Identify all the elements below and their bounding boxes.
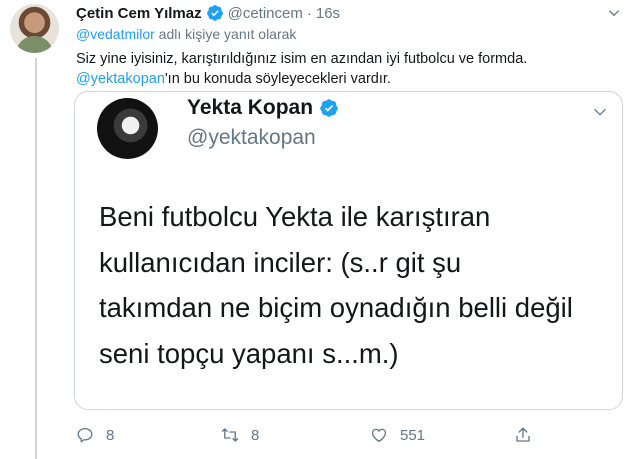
thread-line bbox=[35, 58, 37, 459]
reply-button[interactable]: 8 bbox=[76, 424, 114, 446]
quoted-author: Yekta Kopan bbox=[187, 96, 343, 120]
quoted-author-handle[interactable]: @yektakopan bbox=[187, 126, 316, 150]
tweet-time[interactable]: 16s bbox=[316, 5, 340, 22]
quoted-avatar[interactable] bbox=[97, 98, 158, 159]
tweet-header: Çetin Cem Yılmaz @cetincem · 16s bbox=[76, 3, 340, 23]
reply-context-text: adlı kişiye yanıt olarak bbox=[154, 26, 297, 42]
quoted-text-line: kullanıcıdan inciler: (s..r git şu bbox=[99, 246, 462, 278]
retweet-button[interactable]: 8 bbox=[221, 424, 259, 446]
retweet-icon bbox=[221, 428, 239, 442]
reply-context: @vedatmilor adlı kişiye yanıt olarak bbox=[76, 26, 296, 42]
tweet-actions: 8 8 551 bbox=[76, 424, 546, 446]
tweet-text-line: Siz yine iyisiniz, karıştırıldığınız isi… bbox=[76, 51, 528, 67]
like-count: 551 bbox=[400, 426, 426, 444]
verified-icon bbox=[206, 5, 223, 21]
chevron-down-icon[interactable] bbox=[607, 6, 621, 20]
heart-icon bbox=[371, 428, 387, 443]
mention-link[interactable]: @yektakopan bbox=[76, 71, 165, 87]
separator-dot: · bbox=[306, 4, 312, 22]
verified-icon bbox=[320, 99, 338, 117]
author-handle[interactable]: @cetincem bbox=[228, 5, 303, 22]
quoted-author-name[interactable]: Yekta Kopan bbox=[187, 96, 313, 120]
tweet-text: Siz yine iyisiniz, karıştırıldığınız isi… bbox=[76, 49, 624, 89]
tweet-text-rest: 'ın bu konuda söyleyecekleri vardır. bbox=[164, 71, 391, 87]
chevron-down-icon[interactable] bbox=[592, 104, 608, 120]
reply-count: 8 bbox=[106, 426, 115, 444]
quoted-text-line: Beni futbolcu Yekta ile karıştıran bbox=[99, 201, 491, 232]
quoted-text-line: takımdan ne biçim oynadığın belli değil bbox=[99, 292, 573, 323]
share-icon bbox=[516, 427, 530, 442]
reply-icon bbox=[77, 427, 93, 443]
retweet-count: 8 bbox=[251, 426, 260, 444]
share-button[interactable] bbox=[514, 424, 544, 446]
quoted-text-line: seni topçu yapanı s...m.) bbox=[99, 337, 399, 369]
quoted-tweet-text: Beni futbolcu Yekta ile karıştıran kulla… bbox=[99, 194, 609, 376]
like-button[interactable]: 551 bbox=[370, 424, 425, 446]
reply-mention-link[interactable]: @vedatmilor bbox=[76, 26, 155, 42]
avatar[interactable] bbox=[10, 4, 59, 53]
tweet-text-line: @yektakopan'ın bu konuda söyleyecekleri … bbox=[76, 69, 624, 89]
author-name[interactable]: Çetin Cem Yılmaz bbox=[76, 5, 202, 22]
quoted-tweet-card[interactable]: Yekta Kopan @yektakopan Beni futbolcu Ye… bbox=[74, 91, 623, 410]
